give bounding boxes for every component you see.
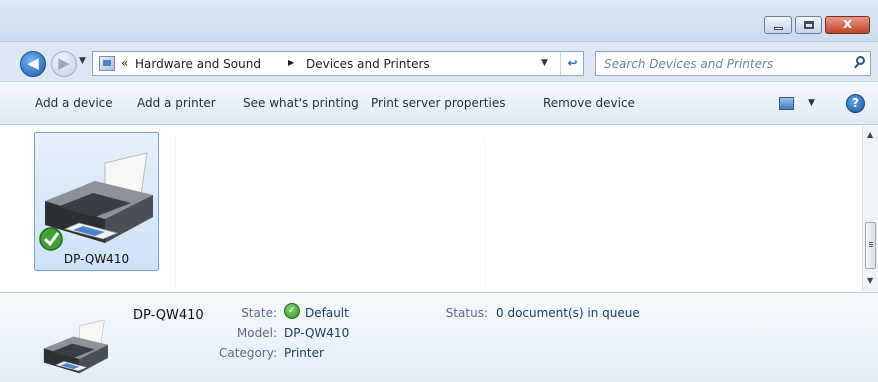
control-panel-icon xyxy=(99,56,115,71)
minimize-button[interactable] xyxy=(764,16,792,34)
address-dropdown-icon[interactable]: ▼ xyxy=(541,58,548,68)
scroll-thumb[interactable] xyxy=(865,222,876,269)
empty-region xyxy=(175,138,485,288)
forward-button[interactable]: ▶ xyxy=(51,51,77,77)
state-label: State: xyxy=(241,306,277,320)
printer-tile[interactable]: DP-QW410 xyxy=(34,132,159,271)
category-label: Category: xyxy=(219,346,277,360)
vertical-scrollbar[interactable]: ▲ ▼ xyxy=(862,126,878,291)
category-value: Printer xyxy=(284,346,324,360)
print-server-properties-button[interactable]: Print server properties xyxy=(371,96,505,110)
breadcrumb-separator-icon[interactable]: ▶ xyxy=(288,58,294,67)
maximize-icon xyxy=(804,21,814,29)
breadcrumb-overflow-button[interactable]: « xyxy=(121,56,128,70)
view-options-dropdown-icon[interactable]: ▼ xyxy=(808,98,815,108)
title-bar: x xyxy=(0,0,878,42)
remove-device-button[interactable]: Remove device xyxy=(543,96,635,110)
scroll-up-icon[interactable]: ▲ xyxy=(867,130,873,139)
add-a-printer-button[interactable]: Add a printer xyxy=(137,96,216,110)
printer-name-label: DP-QW410 xyxy=(63,252,130,266)
back-arrow-icon: ◀ xyxy=(27,54,39,72)
details-device-name: DP-QW410 xyxy=(133,308,204,323)
state-value: Default xyxy=(305,306,349,320)
see-whats-printing-button[interactable]: See what's printing xyxy=(243,96,359,110)
model-value: DP-QW410 xyxy=(284,326,350,340)
model-label: Model: xyxy=(236,326,277,340)
help-icon[interactable]: ? xyxy=(846,94,865,113)
refresh-button[interactable]: ↩ xyxy=(560,52,584,75)
search-box[interactable]: Search Devices and Printers xyxy=(595,51,871,76)
scroll-down-icon[interactable]: ▼ xyxy=(867,276,873,285)
command-bar: Add a device Add a printer See what's pr… xyxy=(0,83,878,125)
view-options-icon[interactable] xyxy=(779,97,794,110)
details-printer-icon xyxy=(43,319,108,374)
default-check-icon: ✓ xyxy=(284,303,300,319)
breadcrumb-devices-and-printers[interactable]: Devices and Printers xyxy=(306,57,430,71)
maximize-button[interactable] xyxy=(795,16,822,34)
status-value: 0 document(s) in queue xyxy=(496,306,640,320)
breadcrumb-hardware-and-sound[interactable]: Hardware and Sound xyxy=(135,57,261,71)
back-button[interactable]: ◀ xyxy=(20,51,46,77)
close-icon: x xyxy=(842,16,853,32)
status-label: Status: xyxy=(445,306,488,320)
search-icon[interactable] xyxy=(853,56,866,69)
devices-view: DP-QW410 xyxy=(0,126,862,291)
search-input[interactable]: Search Devices and Printers xyxy=(604,57,773,71)
address-bar[interactable]: « Hardware and Sound ▶ Devices and Print… xyxy=(92,51,584,76)
forward-arrow-icon: ▶ xyxy=(58,54,70,72)
navigation-bar: ◀ ▶ ▼ « Hardware and Sound ▶ Devices and… xyxy=(0,42,878,82)
printer-icon xyxy=(39,152,153,251)
recent-pages-dropdown-icon[interactable]: ▼ xyxy=(79,56,86,66)
add-a-device-button[interactable]: Add a device xyxy=(35,96,113,110)
details-pane: DP-QW410 State: ✓ Default Model: DP-QW41… xyxy=(0,292,878,382)
close-button[interactable]: x xyxy=(825,16,870,34)
minimize-icon xyxy=(774,27,783,30)
